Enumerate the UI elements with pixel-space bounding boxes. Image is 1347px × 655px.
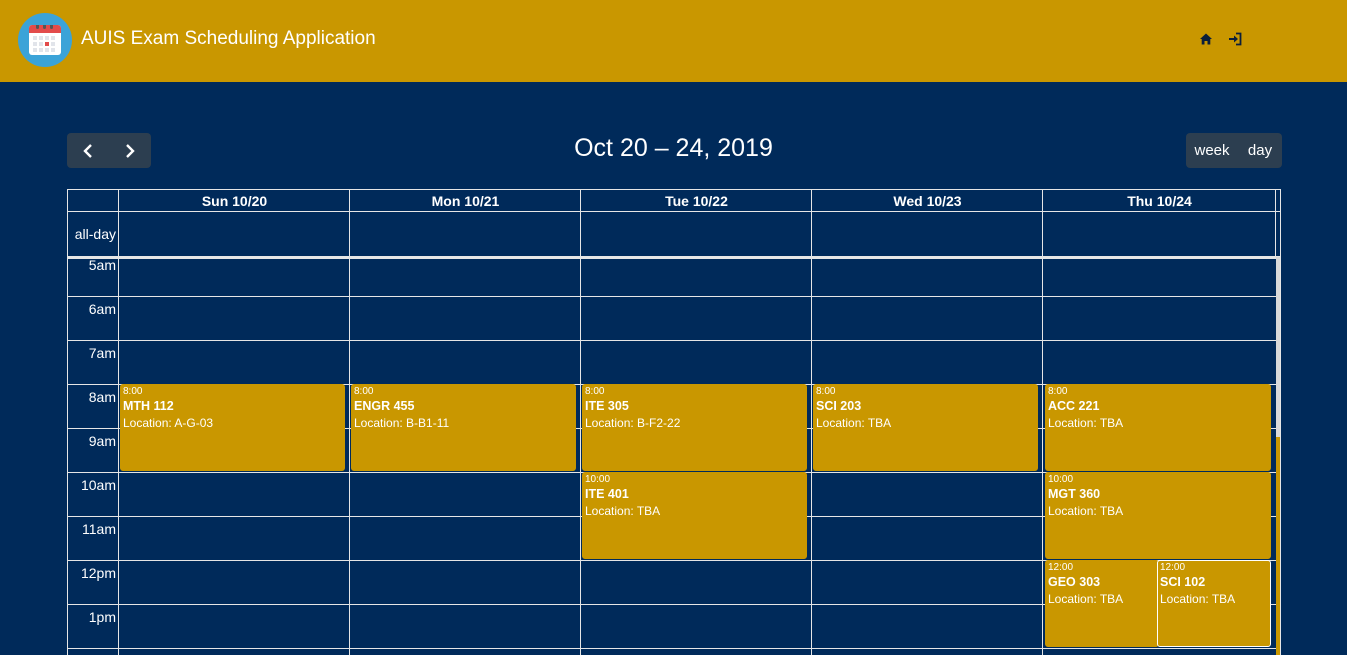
- week-view-button[interactable]: week: [1186, 133, 1238, 168]
- day-header-mon[interactable]: Mon 10/21: [350, 190, 581, 211]
- time-label-12pm: 12pm: [80, 565, 116, 581]
- scrollbar-thumb[interactable]: [1276, 257, 1280, 437]
- event-ite-401[interactable]: 10:00 ITE 401 Location: TBA: [582, 472, 807, 559]
- day-view-button[interactable]: day: [1238, 133, 1282, 168]
- event-ite-305[interactable]: 8:00 ITE 305 Location: B-F2-22: [582, 384, 807, 471]
- calendar-logo-icon[interactable]: [18, 13, 72, 67]
- event-title: MGT 360: [1048, 487, 1101, 501]
- day-header-thu[interactable]: Thu 10/24: [1043, 190, 1276, 211]
- event-title: GEO 303: [1048, 575, 1101, 589]
- time-label-7am: 7am: [88, 345, 116, 361]
- column-divider: [1042, 190, 1043, 655]
- column-divider: [349, 190, 350, 655]
- sign-in-icon[interactable]: [1228, 32, 1242, 46]
- event-location: Location: TBA: [816, 416, 892, 430]
- event-title: SCI 203: [816, 399, 862, 413]
- column-divider: [811, 190, 812, 655]
- event-mth-112[interactable]: 8:00 MTH 112 Location: A-G-03: [120, 384, 345, 471]
- allday-label: all-day: [74, 226, 116, 242]
- event-engr-455[interactable]: 8:00 ENGR 455 Location: B-B1-11: [351, 384, 576, 471]
- date-range-title: Oct 20 – 24, 2019: [574, 134, 773, 162]
- column-divider: [118, 190, 119, 655]
- time-label-5am: 5am: [88, 257, 116, 273]
- event-time: 10:00: [1048, 474, 1074, 485]
- event-location: Location: B-B1-11: [354, 416, 450, 430]
- event-time: 8:00: [585, 386, 605, 397]
- view-switcher: week day: [1186, 133, 1282, 168]
- time-label-8am: 8am: [88, 389, 116, 405]
- event-location: Location: TBA: [1048, 592, 1124, 606]
- hour-line: [68, 340, 1276, 341]
- event-geo-303[interactable]: 12:00 GEO 303 Location: TBA: [1045, 560, 1159, 647]
- time-label-1pm: 1pm: [88, 609, 116, 625]
- app-title[interactable]: AUIS Exam Scheduling Application: [81, 28, 376, 50]
- event-title: ENGR 455: [354, 399, 415, 413]
- event-time: 8:00: [1048, 386, 1068, 397]
- day-header-wed[interactable]: Wed 10/23: [812, 190, 1043, 211]
- event-time: 12:00: [1160, 562, 1186, 573]
- event-sci-102[interactable]: 12:00 SCI 102 Location: TBA: [1157, 560, 1271, 647]
- event-time: 8:00: [816, 386, 836, 397]
- week-calendar: Sun 10/20 Mon 10/21 Tue 10/22 Wed 10/23 …: [67, 189, 1281, 655]
- header-divider: [68, 211, 1280, 212]
- app-header: AUIS Exam Scheduling Application: [0, 0, 1347, 82]
- home-icon[interactable]: [1199, 32, 1213, 46]
- event-time: 8:00: [354, 386, 374, 397]
- time-label-9am: 9am: [88, 433, 116, 449]
- event-sci-203[interactable]: 8:00 SCI 203 Location: TBA: [813, 384, 1038, 471]
- event-location: Location: B-F2-22: [585, 416, 681, 430]
- column-divider: [1275, 190, 1276, 256]
- event-location: Location: TBA: [1048, 416, 1124, 430]
- time-label-11am: 11am: [82, 521, 116, 537]
- hour-line: [68, 648, 1276, 649]
- event-location: Location: TBA: [585, 504, 661, 518]
- event-location: Location: TBA: [1160, 592, 1236, 606]
- event-location: Location: TBA: [1048, 504, 1124, 518]
- event-title: MTH 112: [123, 399, 174, 413]
- event-mgt-360[interactable]: 10:00 MGT 360 Location: TBA: [1045, 472, 1271, 559]
- event-location: Location: A-G-03: [123, 416, 214, 430]
- event-time: 8:00: [123, 386, 143, 397]
- time-label-10am: 10am: [80, 477, 116, 493]
- allday-divider: [68, 256, 1280, 259]
- day-header-tue[interactable]: Tue 10/22: [581, 190, 812, 211]
- event-time: 10:00: [585, 474, 611, 485]
- event-acc-221[interactable]: 8:00 ACC 221 Location: TBA: [1045, 384, 1271, 471]
- hour-line: [68, 296, 1276, 297]
- event-title: ITE 401: [585, 487, 629, 501]
- event-time: 12:00: [1048, 562, 1074, 573]
- event-title: ITE 305: [585, 399, 629, 413]
- time-label-6am: 6am: [88, 301, 116, 317]
- event-title: ACC 221: [1048, 399, 1100, 413]
- event-title: SCI 102: [1160, 575, 1206, 589]
- day-header-sun[interactable]: Sun 10/20: [119, 190, 350, 211]
- column-divider: [580, 190, 581, 655]
